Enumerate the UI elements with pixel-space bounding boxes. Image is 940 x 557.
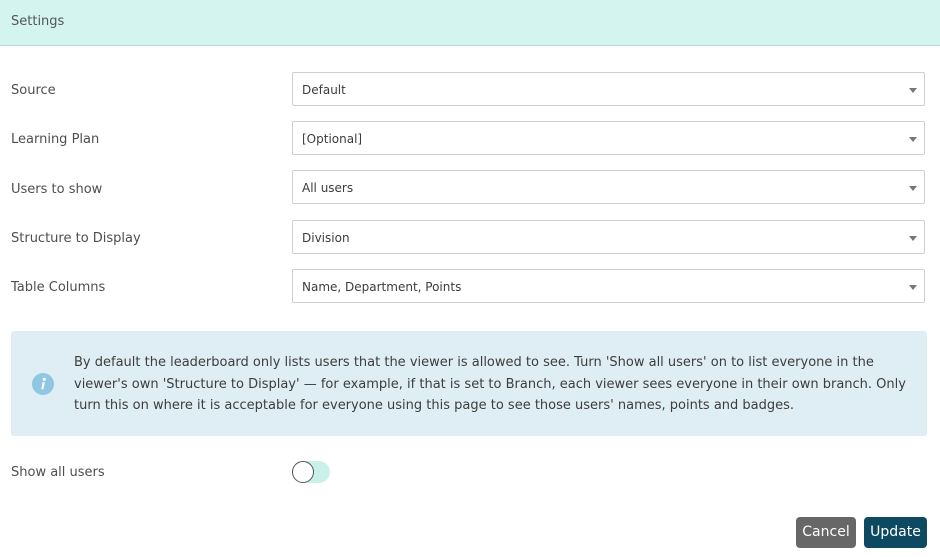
chevron-down-icon [909,88,917,93]
show-all-users-label: Show all users [11,465,105,480]
users-to-show-select-value: All users [302,181,354,195]
chevron-down-icon [909,137,917,142]
show-all-users-toggle[interactable] [292,461,330,483]
table-columns-select[interactable]: Name, Department, Points [292,269,925,303]
source-select[interactable]: Default [292,72,925,106]
toggle-knob [292,461,314,483]
learning-plan-label: Learning Plan [11,132,100,147]
learning-plan-select[interactable]: [Optional] [292,121,925,155]
users-to-show-select[interactable]: All users [292,170,925,204]
info-icon [32,373,54,395]
source-label: Source [11,83,56,98]
chevron-down-icon [909,236,917,241]
source-select-value: Default [302,83,346,97]
structure-to-display-label: Structure to Display [11,231,141,246]
info-box: By default the leaderboard only lists us… [11,331,927,436]
structure-to-display-select-value: Division [302,231,350,245]
table-columns-label: Table Columns [11,280,106,295]
chevron-down-icon [909,186,917,191]
info-text: By default the leaderboard only lists us… [74,355,906,413]
cancel-button[interactable]: Cancel [796,517,856,548]
users-to-show-label: Users to show [11,182,103,197]
learning-plan-select-value: [Optional] [302,132,363,146]
structure-to-display-select[interactable]: Division [292,220,925,254]
chevron-down-icon [909,285,917,290]
settings-header: Settings [0,0,940,46]
table-columns-select-value: Name, Department, Points [302,280,462,294]
page-title: Settings [11,14,65,29]
update-button[interactable]: Update [864,517,927,548]
